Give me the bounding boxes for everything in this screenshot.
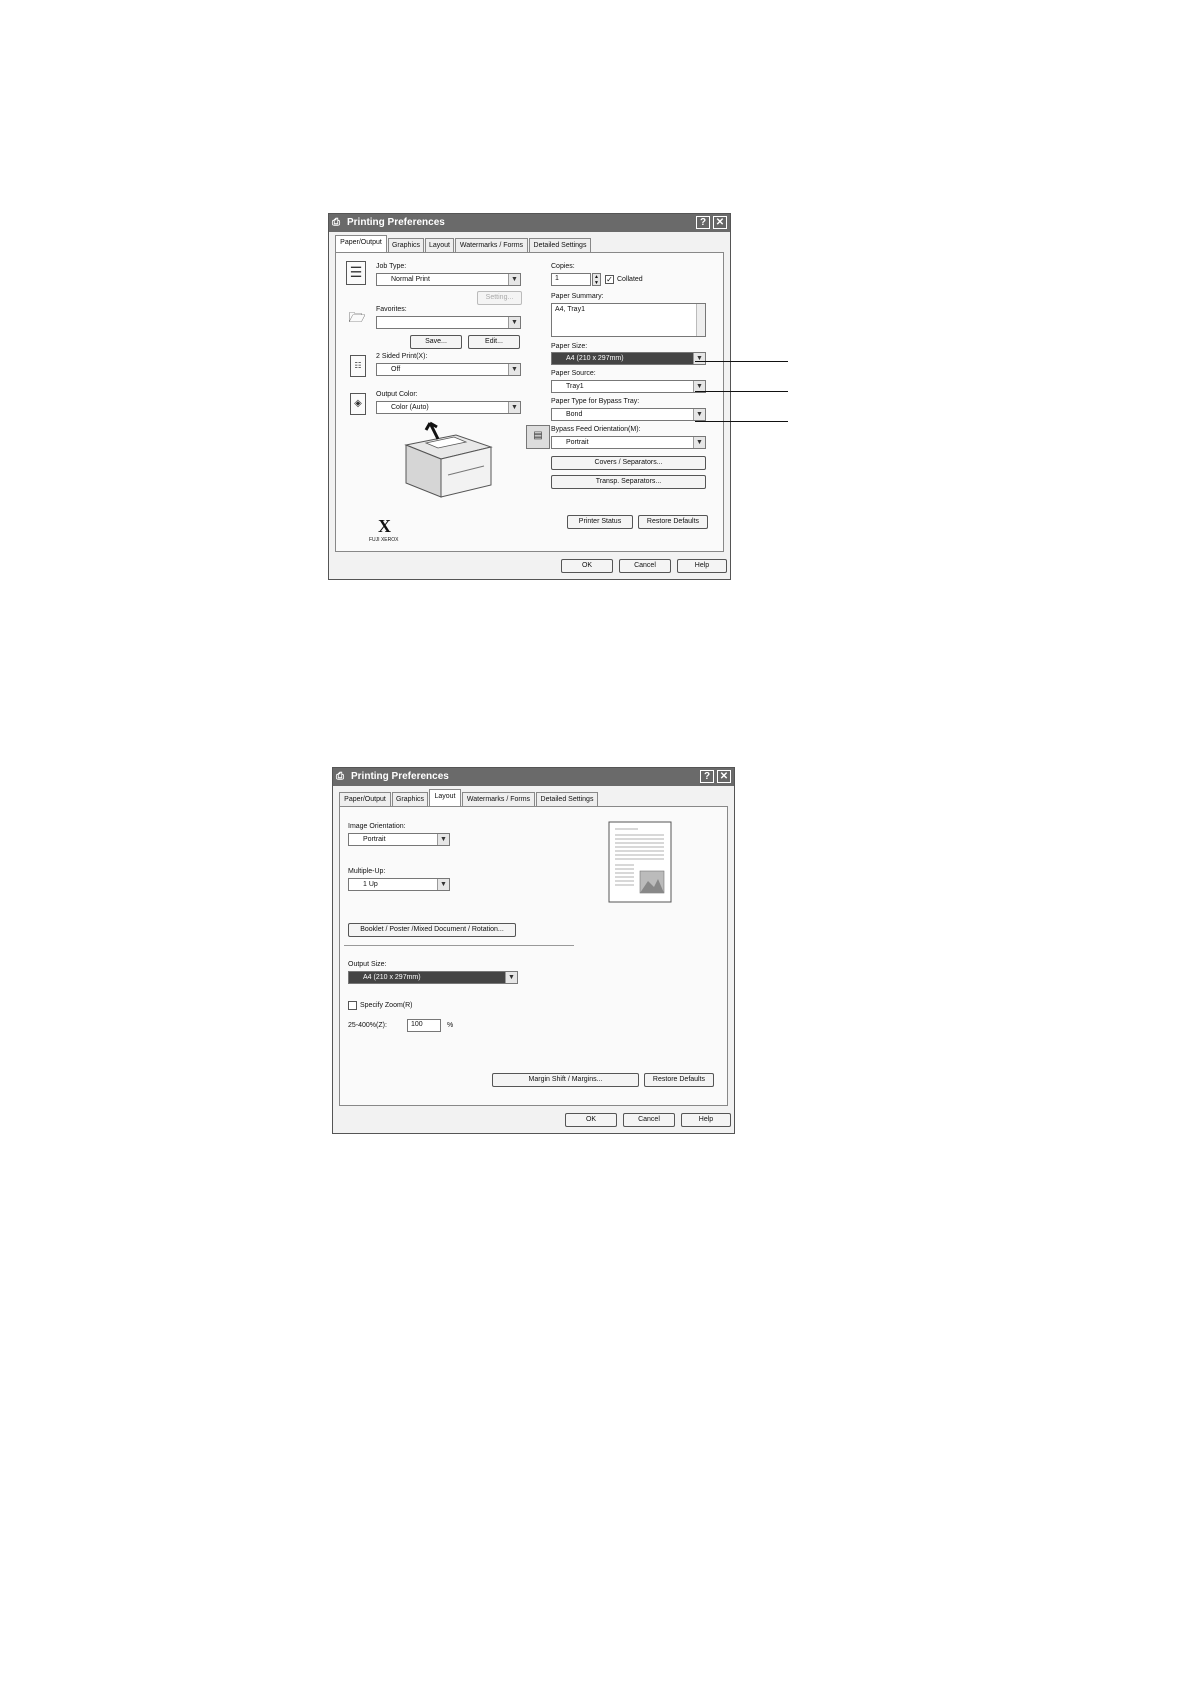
chevron-down-icon: ▼ bbox=[508, 317, 520, 328]
copies-input[interactable]: 1 bbox=[551, 273, 591, 286]
output-size-label: Output Size: bbox=[348, 961, 387, 968]
bypass-orientation-select[interactable]: Portrait ▼ bbox=[551, 436, 706, 449]
ok-button[interactable]: OK bbox=[565, 1113, 617, 1127]
zoom-input[interactable]: 100 bbox=[407, 1019, 441, 1032]
callout-line-paper-size bbox=[695, 361, 788, 362]
title-bar: ⎙ Printing Preferences ? ✕ bbox=[333, 768, 734, 786]
chevron-down-icon: ▼ bbox=[437, 834, 449, 845]
folder-icon: 🗁 bbox=[348, 309, 366, 325]
chevron-down-icon: ▼ bbox=[508, 274, 520, 285]
tab-graphics[interactable]: Graphics bbox=[392, 792, 428, 806]
restore-defaults-button[interactable]: Restore Defaults bbox=[644, 1073, 714, 1087]
margin-shift-button[interactable]: Margin Shift / Margins... bbox=[492, 1073, 639, 1087]
edit-favorites-button[interactable]: Edit... bbox=[468, 335, 520, 349]
multiple-up-select[interactable]: 1 Up ▼ bbox=[348, 878, 450, 891]
restore-defaults-button[interactable]: Restore Defaults bbox=[638, 515, 708, 529]
tab-layout[interactable]: Layout bbox=[429, 789, 461, 806]
tab-watermarks-forms[interactable]: Watermarks / Forms bbox=[462, 792, 535, 806]
printing-preferences-dialog-layout: ⎙ Printing Preferences ? ✕ Paper/Output … bbox=[332, 767, 735, 1134]
callout-line-paper-source bbox=[695, 391, 788, 392]
tab-paper-output[interactable]: Paper/Output bbox=[339, 792, 391, 806]
output-color-icon: ◈ bbox=[350, 393, 366, 415]
output-color-select[interactable]: Color (Auto) ▼ bbox=[376, 401, 521, 414]
help-button[interactable]: Help bbox=[677, 559, 727, 573]
paper-type-select[interactable]: Bond ▼ bbox=[551, 408, 706, 421]
bypass-feed-icon: ▤ bbox=[526, 425, 550, 449]
two-sided-print-icon: ☷ bbox=[350, 355, 366, 377]
copies-spinner[interactable]: ▲ ▼ bbox=[592, 273, 601, 286]
copies-label: Copies: bbox=[551, 263, 575, 270]
image-orientation-select[interactable]: Portrait ▼ bbox=[348, 833, 450, 846]
tab-panel: ☰ Job Type: Normal Print ▼ Setting... 🗁 … bbox=[335, 252, 724, 552]
xerox-logo-mark: X bbox=[378, 516, 391, 536]
chevron-down-icon: ▼ bbox=[437, 879, 449, 890]
dialog-title: Printing Preferences bbox=[347, 217, 445, 228]
output-color-label: Output Color: bbox=[376, 391, 418, 398]
collated-label: Collated bbox=[617, 276, 643, 283]
close-icon[interactable]: ✕ bbox=[713, 216, 727, 229]
two-sided-label: 2 Sided Print(X): bbox=[376, 353, 428, 360]
document-icon: ☰ bbox=[346, 261, 366, 285]
help-button[interactable]: Help bbox=[681, 1113, 731, 1127]
paper-summary-label: Paper Summary: bbox=[551, 293, 604, 300]
scrollbar[interactable] bbox=[696, 304, 705, 336]
tab-graphics[interactable]: Graphics bbox=[388, 238, 424, 252]
booklet-poster-button[interactable]: Booklet / Poster /Mixed Document / Rotat… bbox=[348, 923, 516, 937]
section-divider bbox=[344, 945, 574, 946]
chevron-down-icon: ▼ bbox=[693, 353, 705, 364]
tab-layout[interactable]: Layout bbox=[425, 238, 454, 252]
collated-checkbox[interactable]: ✓ bbox=[605, 275, 614, 284]
chevron-down-icon: ▼ bbox=[693, 437, 705, 448]
printer-illustration bbox=[404, 421, 493, 498]
tab-detailed-settings[interactable]: Detailed Settings bbox=[529, 238, 591, 252]
chevron-down-icon: ▼ bbox=[508, 402, 520, 413]
covers-separators-button[interactable]: Covers / Separators... bbox=[551, 456, 706, 470]
help-title-button[interactable]: ? bbox=[696, 216, 710, 229]
specify-zoom-checkbox[interactable] bbox=[348, 1001, 357, 1010]
paper-source-label: Paper Source: bbox=[551, 370, 596, 377]
setting-button[interactable]: Setting... bbox=[477, 291, 522, 305]
specify-zoom-label: Specify Zoom(R) bbox=[360, 1002, 413, 1009]
printer-status-button[interactable]: Printer Status bbox=[567, 515, 633, 529]
cancel-button[interactable]: Cancel bbox=[623, 1113, 675, 1127]
paper-type-label: Paper Type for Bypass Tray: bbox=[551, 398, 640, 405]
paper-size-label: Paper Size: bbox=[551, 343, 588, 350]
save-favorites-button[interactable]: Save... bbox=[410, 335, 462, 349]
printer-icon: ⎙ bbox=[336, 771, 344, 782]
printing-preferences-dialog-paper-output: ⎙ Printing Preferences ? ✕ Paper/Output … bbox=[328, 213, 731, 580]
chevron-down-icon: ▼ bbox=[693, 409, 705, 420]
chevron-down-icon: ▼ bbox=[508, 364, 520, 375]
tab-paper-output[interactable]: Paper/Output bbox=[335, 235, 387, 252]
tab-panel: Image Orientation: Portrait ▼ Multiple-U… bbox=[339, 806, 728, 1106]
two-sided-select[interactable]: Off ▼ bbox=[376, 363, 521, 376]
help-title-button[interactable]: ? bbox=[700, 770, 714, 783]
favorites-select[interactable]: ▼ bbox=[376, 316, 521, 329]
callout-line-paper-type bbox=[695, 421, 788, 422]
ok-button[interactable]: OK bbox=[561, 559, 613, 573]
job-type-select[interactable]: Normal Print ▼ bbox=[376, 273, 521, 286]
zoom-range-label: 25-400%(Z): bbox=[348, 1022, 387, 1029]
image-orientation-label: Image Orientation: bbox=[348, 823, 406, 830]
close-icon[interactable]: ✕ bbox=[717, 770, 731, 783]
tab-watermarks-forms[interactable]: Watermarks / Forms bbox=[455, 238, 528, 252]
dialog-title: Printing Preferences bbox=[351, 771, 449, 782]
page-preview-thumbnail bbox=[608, 821, 672, 903]
title-bar: ⎙ Printing Preferences ? ✕ bbox=[329, 214, 730, 232]
transp-separators-button[interactable]: Transp. Separators... bbox=[551, 475, 706, 489]
paper-summary-box: A4, Tray1 bbox=[551, 303, 706, 337]
multiple-up-label: Multiple-Up: bbox=[348, 868, 386, 875]
job-type-label: Job Type: bbox=[376, 263, 407, 270]
xerox-logo-text: FUJI XEROX bbox=[369, 537, 399, 543]
zoom-unit: % bbox=[447, 1022, 454, 1029]
printer-icon: ⎙ bbox=[332, 217, 340, 228]
bypass-orientation-label: Bypass Feed Orientation(M): bbox=[551, 426, 641, 433]
favorites-label: Favorites: bbox=[376, 306, 407, 313]
paper-source-select[interactable]: Tray1 ▼ bbox=[551, 380, 706, 393]
output-size-select[interactable]: A4 (210 x 297mm) ▼ bbox=[348, 971, 518, 984]
cancel-button[interactable]: Cancel bbox=[619, 559, 671, 573]
tab-detailed-settings[interactable]: Detailed Settings bbox=[536, 792, 598, 806]
chevron-down-icon: ▼ bbox=[505, 972, 517, 983]
paper-size-select[interactable]: A4 (210 x 297mm) ▼ bbox=[551, 352, 706, 365]
